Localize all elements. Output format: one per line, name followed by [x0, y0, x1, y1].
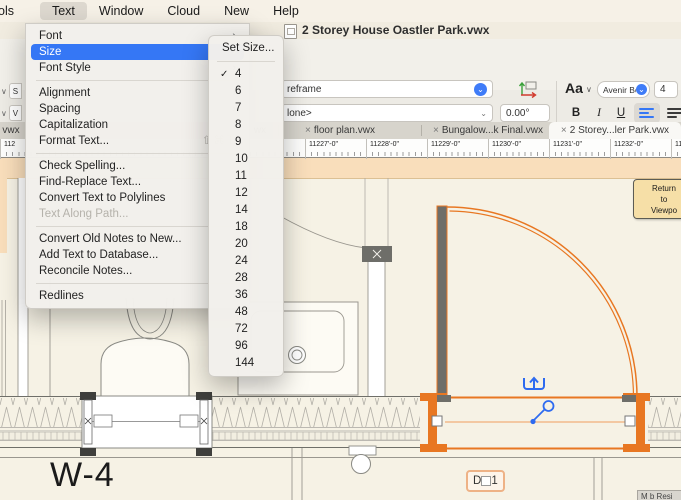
size-option-10[interactable]: 10	[209, 151, 283, 168]
size-option-6[interactable]: 6	[209, 83, 283, 100]
ruler-label: 11228'-0"	[366, 139, 399, 159]
size-option-4[interactable]: ✓ 4	[209, 66, 283, 83]
menubar-item-window[interactable]: Window	[87, 2, 155, 20]
view-mode-value: reframe	[287, 84, 321, 95]
ruler-label: 112	[0, 139, 15, 159]
class-style-value: lone>	[287, 108, 312, 119]
bold-button[interactable]: B	[567, 103, 585, 123]
chevron-down-icon: ∨	[1, 109, 7, 118]
toolbar-left-partial-1[interactable]: ∨ S	[1, 83, 22, 99]
dropdown-badge-icon: ⌄	[474, 83, 487, 96]
chevron-down-icon: ∨	[586, 85, 592, 94]
door-tag-prefix: D	[473, 475, 481, 487]
size-option-18[interactable]: 18	[209, 219, 283, 236]
size-option-28[interactable]: 28	[209, 270, 283, 287]
chevron-down-icon: ⌄	[480, 109, 487, 118]
menu-item-set-size[interactable]: Set Size...	[209, 40, 283, 57]
document-icon	[284, 24, 297, 39]
tab-label: floor plan.vwx	[314, 125, 375, 136]
window-title: 2 Storey House Oastler Park.vwx	[302, 23, 489, 37]
align-justify-button[interactable]	[662, 103, 681, 123]
door-leaf[interactable]	[437, 206, 447, 397]
toolbar-divider	[556, 81, 557, 123]
tab-label: vwx	[2, 125, 19, 136]
tab-2-storey-active[interactable]: × 2 Storey...ler Park.vwx	[549, 122, 681, 139]
font-family-dropdown[interactable]: Avenir Book ⌄	[597, 81, 650, 98]
corner-partial-panel: M b Resi	[637, 490, 681, 500]
size-option-8[interactable]: 8	[209, 117, 283, 134]
align-left-button[interactable]	[634, 103, 660, 123]
menubar-item-tools-partial[interactable]: ols	[0, 2, 26, 20]
font-sample-label[interactable]: Aa	[565, 80, 583, 96]
vectorworks-window: W-4 D 1 Return to Viewpo M b Resi ols Te…	[0, 0, 681, 500]
window-tag-label: W-4	[50, 456, 115, 495]
return-button-line3: Viewpo	[634, 205, 681, 216]
toolbar-left-partial-2[interactable]: ∨ V	[1, 105, 22, 121]
dropdown-badge-icon: ⌄	[636, 84, 647, 95]
close-icon[interactable]: ×	[305, 125, 311, 136]
menubar-item-new[interactable]: New	[212, 2, 261, 20]
angle-value: 0.00°	[506, 108, 529, 119]
size-option-20[interactable]: 20	[209, 236, 283, 253]
class-style-dropdown[interactable]: lone> ⌄	[281, 104, 493, 122]
selection-handle-right[interactable]	[625, 416, 635, 426]
size-option-11[interactable]: 11	[209, 168, 283, 185]
check-icon: ✓	[220, 66, 228, 83]
size-option-72[interactable]: 72	[209, 321, 283, 338]
door-tag-label[interactable]: D 1	[466, 470, 505, 492]
return-button-line1: Return	[634, 183, 681, 194]
size-option-14[interactable]: 14	[209, 202, 283, 219]
tab-partial-left[interactable]: vwx	[0, 122, 22, 139]
axis-orientation-icon	[516, 79, 542, 99]
close-icon[interactable]: ×	[561, 125, 567, 136]
menu-bar: ols Text Window Cloud New Help	[0, 0, 681, 22]
ruler-label: 112	[671, 139, 681, 159]
ruler-label: 11227'-0"	[305, 139, 338, 159]
return-to-viewport-button[interactable]: Return to Viewpo	[633, 179, 681, 219]
size-option-96[interactable]: 96	[209, 338, 283, 355]
font-size-value: 4	[660, 84, 666, 95]
left-wall-strip	[0, 158, 7, 253]
size-option-48[interactable]: 48	[209, 304, 283, 321]
tab-label: 2 Storey...ler Park.vwx	[570, 125, 669, 136]
close-icon[interactable]: ×	[433, 125, 439, 136]
ruler-label: 11231'-0"	[549, 139, 582, 159]
partial-field-2: V	[9, 105, 22, 121]
size-submenu-panel: Set Size... ✓ 4 6 7 8 9 10 11 12 14 18 2…	[208, 35, 284, 377]
return-button-line2: to	[634, 194, 681, 205]
underline-button[interactable]: U	[613, 103, 629, 123]
menubar-item-text[interactable]: Text	[40, 2, 87, 20]
tab-floor-plan[interactable]: × floor plan.vwx	[284, 122, 396, 139]
menubar-item-help[interactable]: Help	[261, 2, 311, 20]
ruler-label: 11230'-0"	[488, 139, 521, 159]
size-option-36[interactable]: 36	[209, 287, 283, 304]
door-tag-handle	[481, 476, 491, 486]
ruler-label: 11232'-0"	[610, 139, 643, 159]
size-option-9[interactable]: 9	[209, 134, 283, 151]
size-option-12[interactable]: 12	[209, 185, 283, 202]
partial-field-1: S	[9, 83, 22, 99]
size-option-7[interactable]: 7	[209, 100, 283, 117]
ruler-label: 11229'-0"	[427, 139, 460, 159]
window-w4[interactable]	[80, 392, 212, 456]
size-option-144[interactable]: 144	[209, 355, 283, 372]
size-option-24[interactable]: 24	[209, 253, 283, 270]
font-size-field[interactable]: 4	[654, 81, 678, 98]
font-family-value: Avenir Book	[603, 85, 636, 95]
menu-separator	[217, 61, 275, 62]
door-tag-suffix: 1	[491, 475, 497, 487]
chevron-down-icon: ∨	[1, 87, 7, 96]
tab-bungalow[interactable]: × Bungalow...k Final.vwx	[426, 122, 550, 139]
angle-field[interactable]: 0.00°	[500, 104, 550, 122]
view-mode-dropdown[interactable]: reframe ⌄	[281, 80, 493, 98]
tab-label: Bungalow...k Final.vwx	[442, 125, 543, 136]
italic-button[interactable]: I	[592, 103, 606, 123]
selection-handle-left[interactable]	[432, 416, 442, 426]
menubar-item-cloud[interactable]: Cloud	[155, 2, 212, 20]
